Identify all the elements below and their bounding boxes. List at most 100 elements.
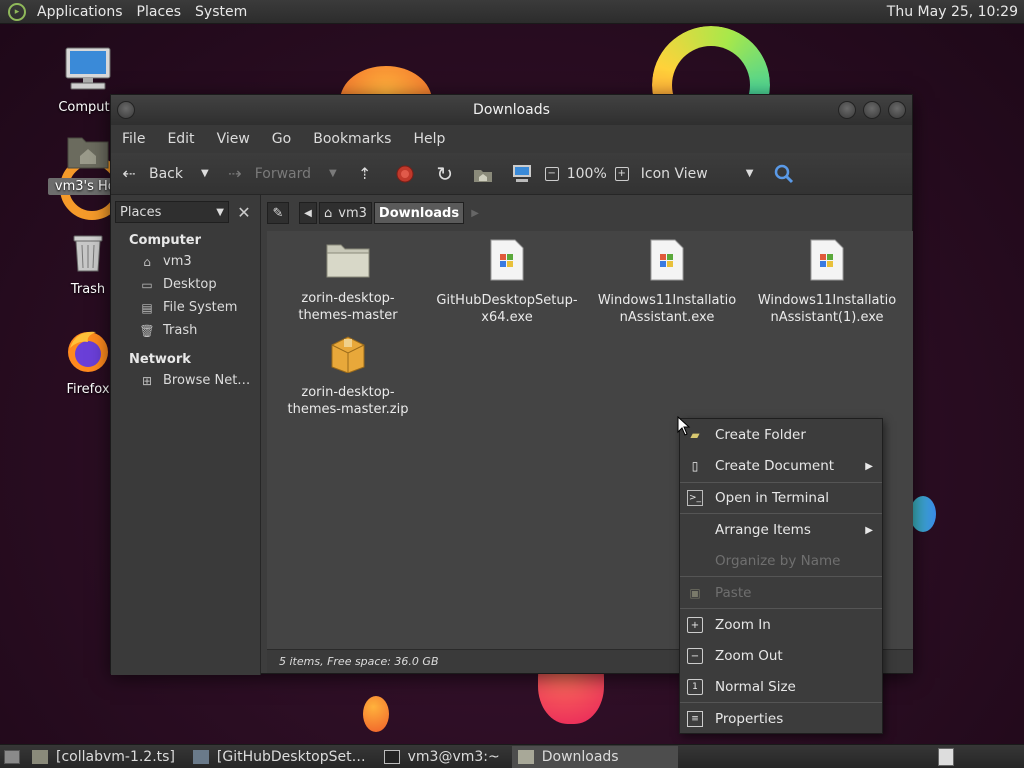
sidebar-item-desktop[interactable]: ▭ Desktop	[111, 273, 260, 296]
chevron-down-icon: ▼	[216, 206, 224, 218]
workspace-switcher-icon[interactable]	[938, 748, 954, 766]
path-segment-label: Downloads	[378, 205, 460, 221]
places-selector-label: Places	[120, 204, 162, 220]
zoom-in-button[interactable]: +	[614, 166, 629, 181]
chevron-down-icon: ▼	[745, 168, 754, 179]
sidebar-item-browse-network[interactable]: ⊞ Browse Net…	[111, 369, 260, 392]
menu-item-create-folder[interactable]: ▰ Create Folder	[680, 423, 882, 447]
menu-item-organize-by-name[interactable]: Organize by Name	[680, 549, 882, 573]
menu-help[interactable]: Help	[402, 131, 456, 147]
wallpaper-shape	[363, 696, 389, 732]
file-name-line: themes-master	[298, 308, 398, 323]
taskbar-item[interactable]: [collabvm-1.2.ts]	[26, 746, 181, 768]
taskbar-item[interactable]: [GitHubDesktopSet…	[187, 746, 372, 768]
menu-separator	[680, 702, 882, 703]
places-selector[interactable]: Places ▼	[115, 201, 229, 223]
edit-location-button[interactable]: ✎	[267, 202, 289, 224]
sidebar-item-vm3[interactable]: ⌂ vm3	[111, 250, 260, 273]
search-button[interactable]	[773, 163, 795, 185]
home-button[interactable]	[473, 165, 493, 183]
clock[interactable]: Thu May 25, 10:29	[887, 4, 1024, 20]
maximize-button[interactable]	[863, 101, 881, 119]
menu-item-arrange-items[interactable]: Arrange Items ▶	[680, 518, 882, 542]
computer-icon	[512, 164, 531, 182]
view-mode-select[interactable]: Icon View ▼	[641, 166, 754, 182]
menu-edit[interactable]: Edit	[156, 131, 205, 147]
menu-item-zoom-out[interactable]: − Zoom Out	[680, 644, 882, 668]
sidebar-item-trash[interactable]: 🗑 Trash	[111, 319, 260, 342]
file-name-line: themes-master.zip	[287, 402, 409, 417]
file-item-folder[interactable]: zorin-desktop- themes-master	[273, 239, 423, 324]
forward-label: Forward	[254, 165, 312, 182]
terminal-icon: >_	[687, 490, 703, 506]
submenu-arrow-icon: ▶	[865, 460, 873, 472]
menu-separator	[680, 608, 882, 609]
zorin-logo-icon[interactable]: ▸	[8, 2, 26, 21]
menu-places[interactable]: Places	[130, 4, 189, 20]
path-scroll-right-button[interactable]: ▶	[466, 202, 484, 224]
edit-location-icon: ✎	[272, 205, 284, 221]
menu-item-zoom-in[interactable]: + Zoom In	[680, 613, 882, 637]
up-button[interactable]: ⇡	[355, 164, 375, 183]
forward-arrow-icon: ⇢	[228, 164, 242, 183]
menu-file[interactable]: File	[111, 131, 156, 147]
menu-item-properties[interactable]: ≡ Properties	[680, 707, 882, 731]
show-desktop-icon[interactable]	[4, 749, 20, 764]
back-button[interactable]: ⇠ Back ▼	[119, 164, 209, 183]
zoom-in-icon: +	[614, 166, 629, 181]
path-bar: ✎ ◀ ⌂ vm3 Downloads ▶	[267, 201, 486, 225]
sidebar-item-file-system[interactable]: ▤ File System	[111, 296, 260, 319]
menu-item-paste[interactable]: ▣ Paste	[680, 581, 882, 605]
menu-item-label: Arrange Items	[715, 522, 811, 538]
menu-bookmarks[interactable]: Bookmarks	[302, 131, 402, 147]
wallpaper-shape	[910, 496, 936, 532]
menu-item-label: Zoom Out	[715, 648, 783, 664]
taskbar-item-active[interactable]: Downloads	[511, 745, 678, 768]
file-item-archive[interactable]: zorin-desktop- themes-master.zip	[273, 333, 423, 418]
reload-icon: ↻	[436, 161, 454, 186]
file-item-exe[interactable]: Windows11Installatio nAssistant.exe	[592, 239, 742, 326]
window-titlebar[interactable]: Downloads	[111, 95, 912, 125]
computer-button[interactable]	[511, 164, 533, 184]
sidebar-item-label: Desktop	[163, 277, 217, 292]
sidebar: Places ▼ ✕ Computer ⌂ vm3 ▭ Desktop ▤ Fi…	[111, 195, 261, 675]
zoom-level[interactable]: 100%	[567, 166, 607, 182]
computer-icon	[48, 46, 128, 96]
menu-separator	[680, 482, 882, 483]
menu-system[interactable]: System	[188, 4, 254, 20]
zoom-out-button[interactable]: −	[544, 166, 559, 181]
context-menu: ▰ Create Folder ▯ Create Document ▶ >_ O…	[679, 418, 883, 734]
menu-applications[interactable]: Applications	[30, 4, 130, 20]
mouse-cursor-icon	[677, 416, 691, 436]
archive-icon	[273, 333, 423, 378]
menu-item-label: Properties	[715, 711, 784, 727]
menu-view[interactable]: View	[206, 131, 261, 147]
menu-go[interactable]: Go	[261, 131, 302, 147]
taskbar-item[interactable]: vm3@vm3:~	[378, 746, 506, 768]
menu-item-create-document[interactable]: ▯ Create Document ▶	[680, 454, 882, 478]
window-menu-button[interactable]	[117, 101, 135, 119]
stop-button[interactable]	[395, 164, 415, 184]
file-item-exe[interactable]: Windows11Installatio nAssistant(1).exe	[752, 239, 902, 326]
reload-button[interactable]: ↻	[435, 162, 455, 186]
minimize-button[interactable]	[838, 101, 856, 119]
menu-item-normal-size[interactable]: 1 Normal Size	[680, 675, 882, 699]
file-name-line: GitHubDesktopSetup-	[436, 293, 578, 308]
close-button[interactable]	[888, 101, 906, 119]
menu-item-label: Create Folder	[715, 427, 806, 443]
file-item-exe[interactable]: GitHubDesktopSetup- x64.exe	[432, 239, 582, 326]
forward-button[interactable]: ⇢ Forward ▼	[225, 164, 337, 183]
forward-history-dropdown-icon[interactable]: ▼	[329, 168, 337, 179]
menu-item-open-in-terminal[interactable]: >_ Open in Terminal	[680, 486, 882, 510]
path-segment-downloads[interactable]: Downloads	[373, 202, 465, 224]
file-name-line: zorin-desktop-	[301, 291, 395, 306]
application-icon	[192, 749, 209, 764]
path-scroll-left-button[interactable]: ◀	[299, 202, 317, 224]
back-history-dropdown-icon[interactable]: ▼	[201, 168, 209, 179]
properties-icon: ≡	[687, 711, 703, 727]
menu-item-label: Paste	[715, 585, 752, 601]
path-segment-vm3[interactable]: ⌂ vm3	[319, 202, 372, 224]
file-name-line: Windows11Installatio	[597, 293, 737, 308]
trash-icon: 🗑	[139, 323, 155, 338]
close-sidebar-icon[interactable]: ✕	[233, 201, 255, 223]
